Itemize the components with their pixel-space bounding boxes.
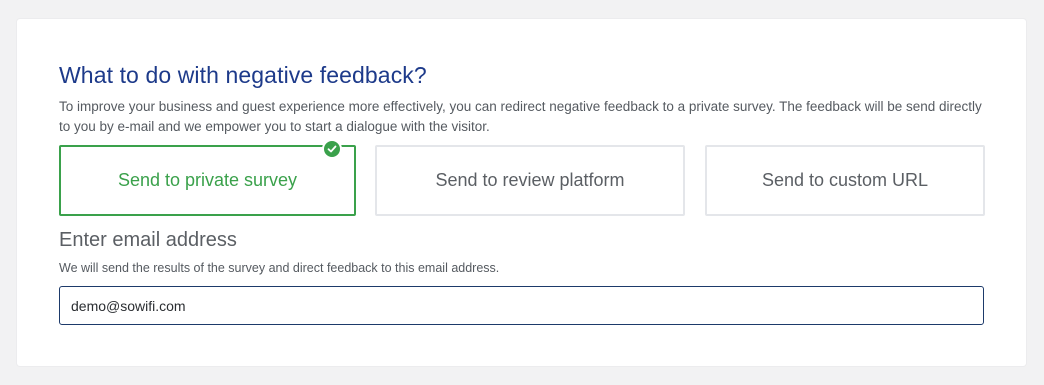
option-label: Send to review platform (435, 170, 625, 190)
email-hint: We will send the results of the survey a… (59, 261, 500, 275)
section-title: What to do with negative feedback? (59, 62, 427, 88)
email-input[interactable] (59, 286, 984, 325)
option-send-to-custom-url[interactable]: Send to custom URL (705, 145, 985, 216)
option-send-to-private-survey[interactable]: Send to private survey (59, 139, 356, 216)
option-label: Send to private survey (117, 170, 298, 190)
option-label: Send to custom URL (761, 170, 929, 190)
email-section-title: Enter email address (59, 229, 237, 251)
check-circle-icon (322, 139, 342, 159)
section-description: To improve your business and guest exper… (59, 99, 982, 134)
option-send-to-review-platform[interactable]: Send to review platform (375, 145, 685, 216)
